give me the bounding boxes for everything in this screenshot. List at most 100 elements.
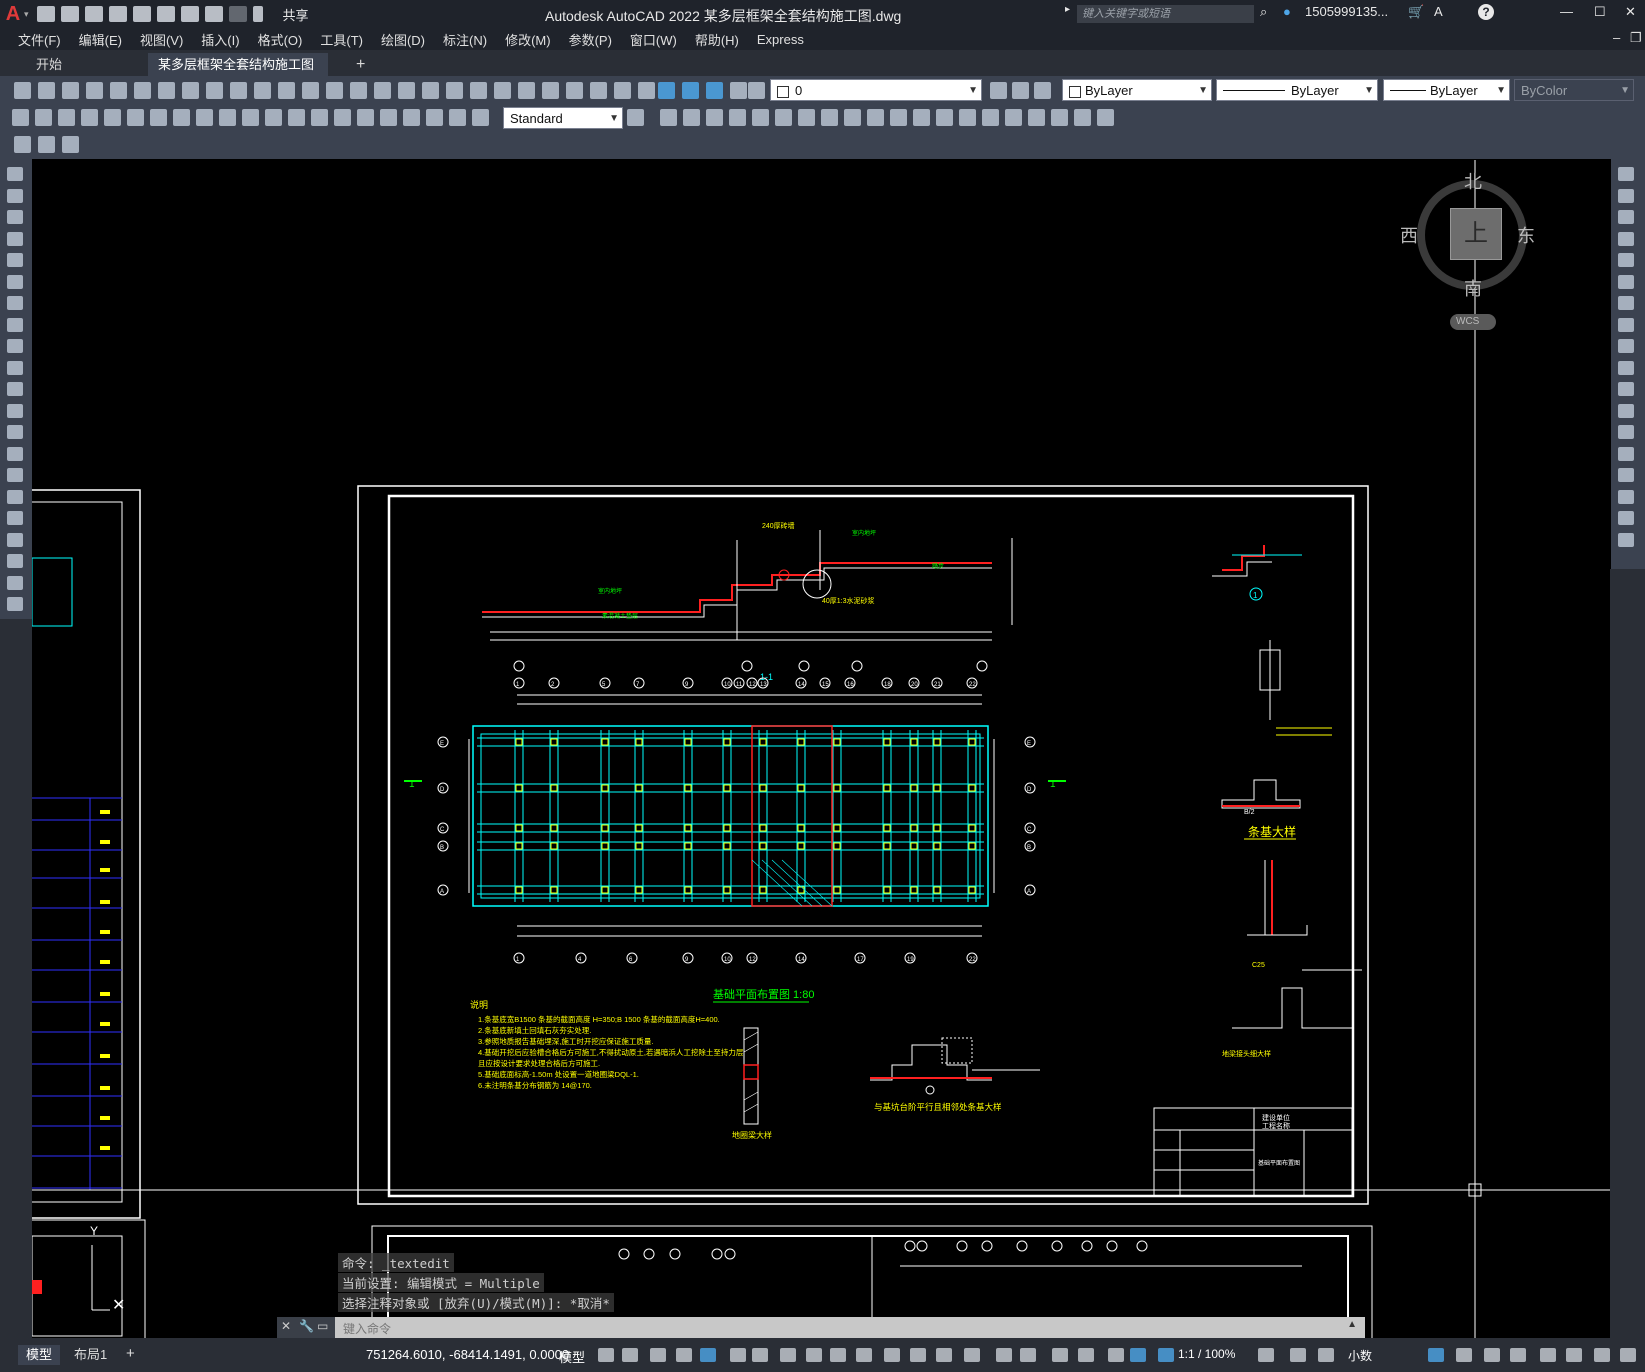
dimension-tool-icon[interactable] — [12, 109, 29, 126]
lineweight-select[interactable]: ByLayer ▼ — [1383, 79, 1510, 101]
status-toggle-icon[interactable] — [1566, 1348, 1582, 1362]
modify-tool-icon[interactable] — [1618, 532, 1634, 547]
new-tab-icon[interactable]: + — [346, 53, 375, 76]
standard-tool-icon[interactable] — [254, 82, 271, 99]
viewcube-south[interactable]: 南 — [1464, 275, 1482, 301]
color-select[interactable]: ByLayer ▼ — [1062, 79, 1212, 101]
viewcube-west[interactable]: 西 — [1400, 222, 1418, 248]
menu-modify[interactable]: 修改(M) — [505, 30, 551, 49]
customize-qat-icon[interactable] — [252, 6, 263, 22]
standard-tool-icon[interactable] — [14, 82, 31, 99]
dimension-tool-icon[interactable] — [890, 109, 907, 126]
viewcube-top-face[interactable]: 上 — [1450, 208, 1502, 260]
text-style-select[interactable]: Standard ▼ — [503, 107, 623, 129]
dimension-tool-icon[interactable] — [104, 109, 121, 126]
modify-tool-icon[interactable] — [1618, 231, 1634, 246]
modify-tool-icon[interactable] — [1618, 425, 1634, 439]
model-space-toggle[interactable]: 模型 — [559, 1347, 585, 1366]
status-toggle-icon[interactable] — [1290, 1348, 1306, 1362]
standard-tool-icon[interactable] — [470, 82, 487, 99]
modify-tool-icon[interactable] — [1618, 167, 1634, 181]
tab-model[interactable]: 模型 — [18, 1345, 61, 1365]
tab-layout1[interactable]: 布局1 — [74, 1345, 107, 1365]
dimension-tool-icon[interactable] — [729, 109, 746, 126]
draw-tool-icon[interactable] — [7, 167, 23, 181]
dimension-tool-icon[interactable] — [982, 109, 999, 126]
status-toggle-icon[interactable] — [650, 1348, 666, 1362]
command-recent-icon[interactable]: ▲ — [1347, 1319, 1357, 1330]
modify-tool-icon[interactable] — [1618, 403, 1634, 418]
status-toggle-icon[interactable] — [806, 1348, 822, 1362]
annotation-scale[interactable]: 1:1 / 100% — [1178, 1347, 1235, 1361]
modify-tool-icon[interactable] — [1618, 188, 1634, 203]
menu-dimension[interactable]: 标注(N) — [443, 30, 487, 49]
tab-drawing[interactable]: 某多层框架全套结构施工图* ✕ — [148, 53, 328, 95]
status-toggle-icon[interactable] — [730, 1348, 746, 1362]
dimension-tool-icon[interactable] — [35, 109, 52, 126]
modify-tool-icon[interactable] — [1618, 317, 1634, 332]
standard-tool-icon[interactable] — [446, 82, 463, 99]
close-command-icon[interactable]: ✕ — [281, 1319, 291, 1333]
standard-tool-icon[interactable] — [38, 82, 55, 99]
app-menu-chevron-icon[interactable]: ▾ — [24, 9, 29, 20]
coordinates-readout[interactable]: 751264.6010, -68414.1491, 0.0000 — [366, 1347, 569, 1362]
open-web-icon[interactable] — [132, 6, 151, 22]
status-toggle-icon[interactable] — [676, 1348, 692, 1362]
modify-tool-icon[interactable] — [1618, 296, 1634, 310]
dimension-tool-icon[interactable] — [752, 109, 769, 126]
add-layout-icon[interactable]: + — [126, 1345, 135, 1362]
status-toggle-icon[interactable] — [856, 1348, 872, 1362]
modify-tool-icon[interactable] — [1618, 253, 1634, 267]
standard-tool-icon[interactable] — [682, 82, 699, 99]
draw-tool-icon[interactable] — [7, 468, 23, 482]
standard-tool-icon[interactable] — [374, 82, 391, 99]
status-toggle-icon[interactable] — [1510, 1348, 1526, 1362]
standard-tool-icon[interactable] — [278, 82, 295, 99]
modify-tool-icon[interactable] — [1618, 339, 1634, 353]
standard-tool-icon[interactable] — [86, 82, 103, 99]
draw-tool-icon[interactable] — [7, 382, 23, 396]
dimension-tool-icon[interactable] — [127, 109, 144, 126]
draw-tool-icon[interactable] — [7, 489, 23, 504]
dimension-tool-icon[interactable] — [196, 109, 213, 126]
standard-tool-icon[interactable] — [350, 82, 367, 99]
close-icon[interactable]: ✕ — [1625, 4, 1636, 20]
cart-icon[interactable]: 🛒 — [1408, 4, 1424, 20]
menu-file[interactable]: 文件(F) — [18, 30, 61, 49]
layer-select[interactable]: 0 ▼ — [770, 79, 982, 101]
draw-tool-icon[interactable] — [7, 317, 23, 332]
status-toggle-icon[interactable] — [1594, 1348, 1610, 1362]
menu-draw[interactable]: 绘图(D) — [381, 30, 425, 49]
modify-tool-icon[interactable] — [1618, 382, 1634, 396]
status-toggle-icon[interactable] — [780, 1348, 796, 1362]
dimension-tool-icon[interactable] — [58, 109, 75, 126]
customize-command-icon[interactable]: 🔧 — [299, 1319, 314, 1333]
menu-help[interactable]: 帮助(H) — [695, 30, 739, 49]
dimension-tool-icon[interactable] — [173, 109, 190, 126]
dimension-tool-icon[interactable] — [334, 109, 351, 126]
dimension-tool-icon[interactable] — [913, 109, 930, 126]
extra-tool-icon[interactable] — [62, 136, 79, 153]
standard-tool-icon[interactable] — [614, 82, 631, 99]
status-toggle-icon[interactable] — [700, 1348, 716, 1362]
standard-tool-icon[interactable] — [706, 82, 723, 99]
dimension-tool-icon[interactable] — [81, 109, 98, 126]
draw-tool-icon[interactable] — [7, 339, 23, 353]
standard-tool-icon[interactable] — [542, 82, 559, 99]
standard-tool-icon[interactable] — [110, 82, 127, 99]
viewcube-east[interactable]: 东 — [1517, 222, 1535, 248]
status-toggle-icon[interactable] — [884, 1348, 900, 1362]
modify-tool-icon[interactable] — [1618, 489, 1634, 504]
doc-minimize-icon[interactable]: – — [1613, 30, 1620, 45]
standard-tool-icon[interactable] — [134, 82, 151, 99]
standard-tool-icon[interactable] — [494, 82, 511, 99]
dimension-tool-icon[interactable] — [288, 109, 305, 126]
units-select[interactable]: 小数 — [1348, 1347, 1372, 1364]
draw-tool-icon[interactable] — [7, 210, 23, 224]
new-icon[interactable] — [36, 6, 55, 22]
dimension-tool-icon[interactable] — [867, 109, 884, 126]
status-toggle-icon[interactable] — [1078, 1348, 1094, 1362]
minimize-icon[interactable]: — — [1560, 4, 1573, 19]
command-prompt-icon[interactable]: ▭ — [317, 1319, 328, 1333]
redo-icon[interactable] — [228, 6, 247, 22]
